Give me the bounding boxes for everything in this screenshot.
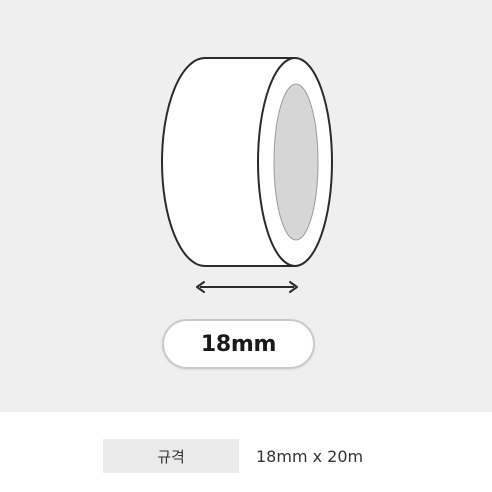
spec-row: 규격 18mm x 20m — [103, 439, 403, 473]
spec-value: 18mm x 20m — [256, 446, 364, 466]
product-illustration-panel: 18mm — [0, 0, 492, 412]
product-detail-image: 18mm 규격 18mm x 20m — [0, 0, 492, 492]
spec-label: 규격 — [103, 439, 239, 473]
size-badge: 18mm — [162, 319, 315, 369]
double-arrow-icon — [196, 281, 298, 293]
